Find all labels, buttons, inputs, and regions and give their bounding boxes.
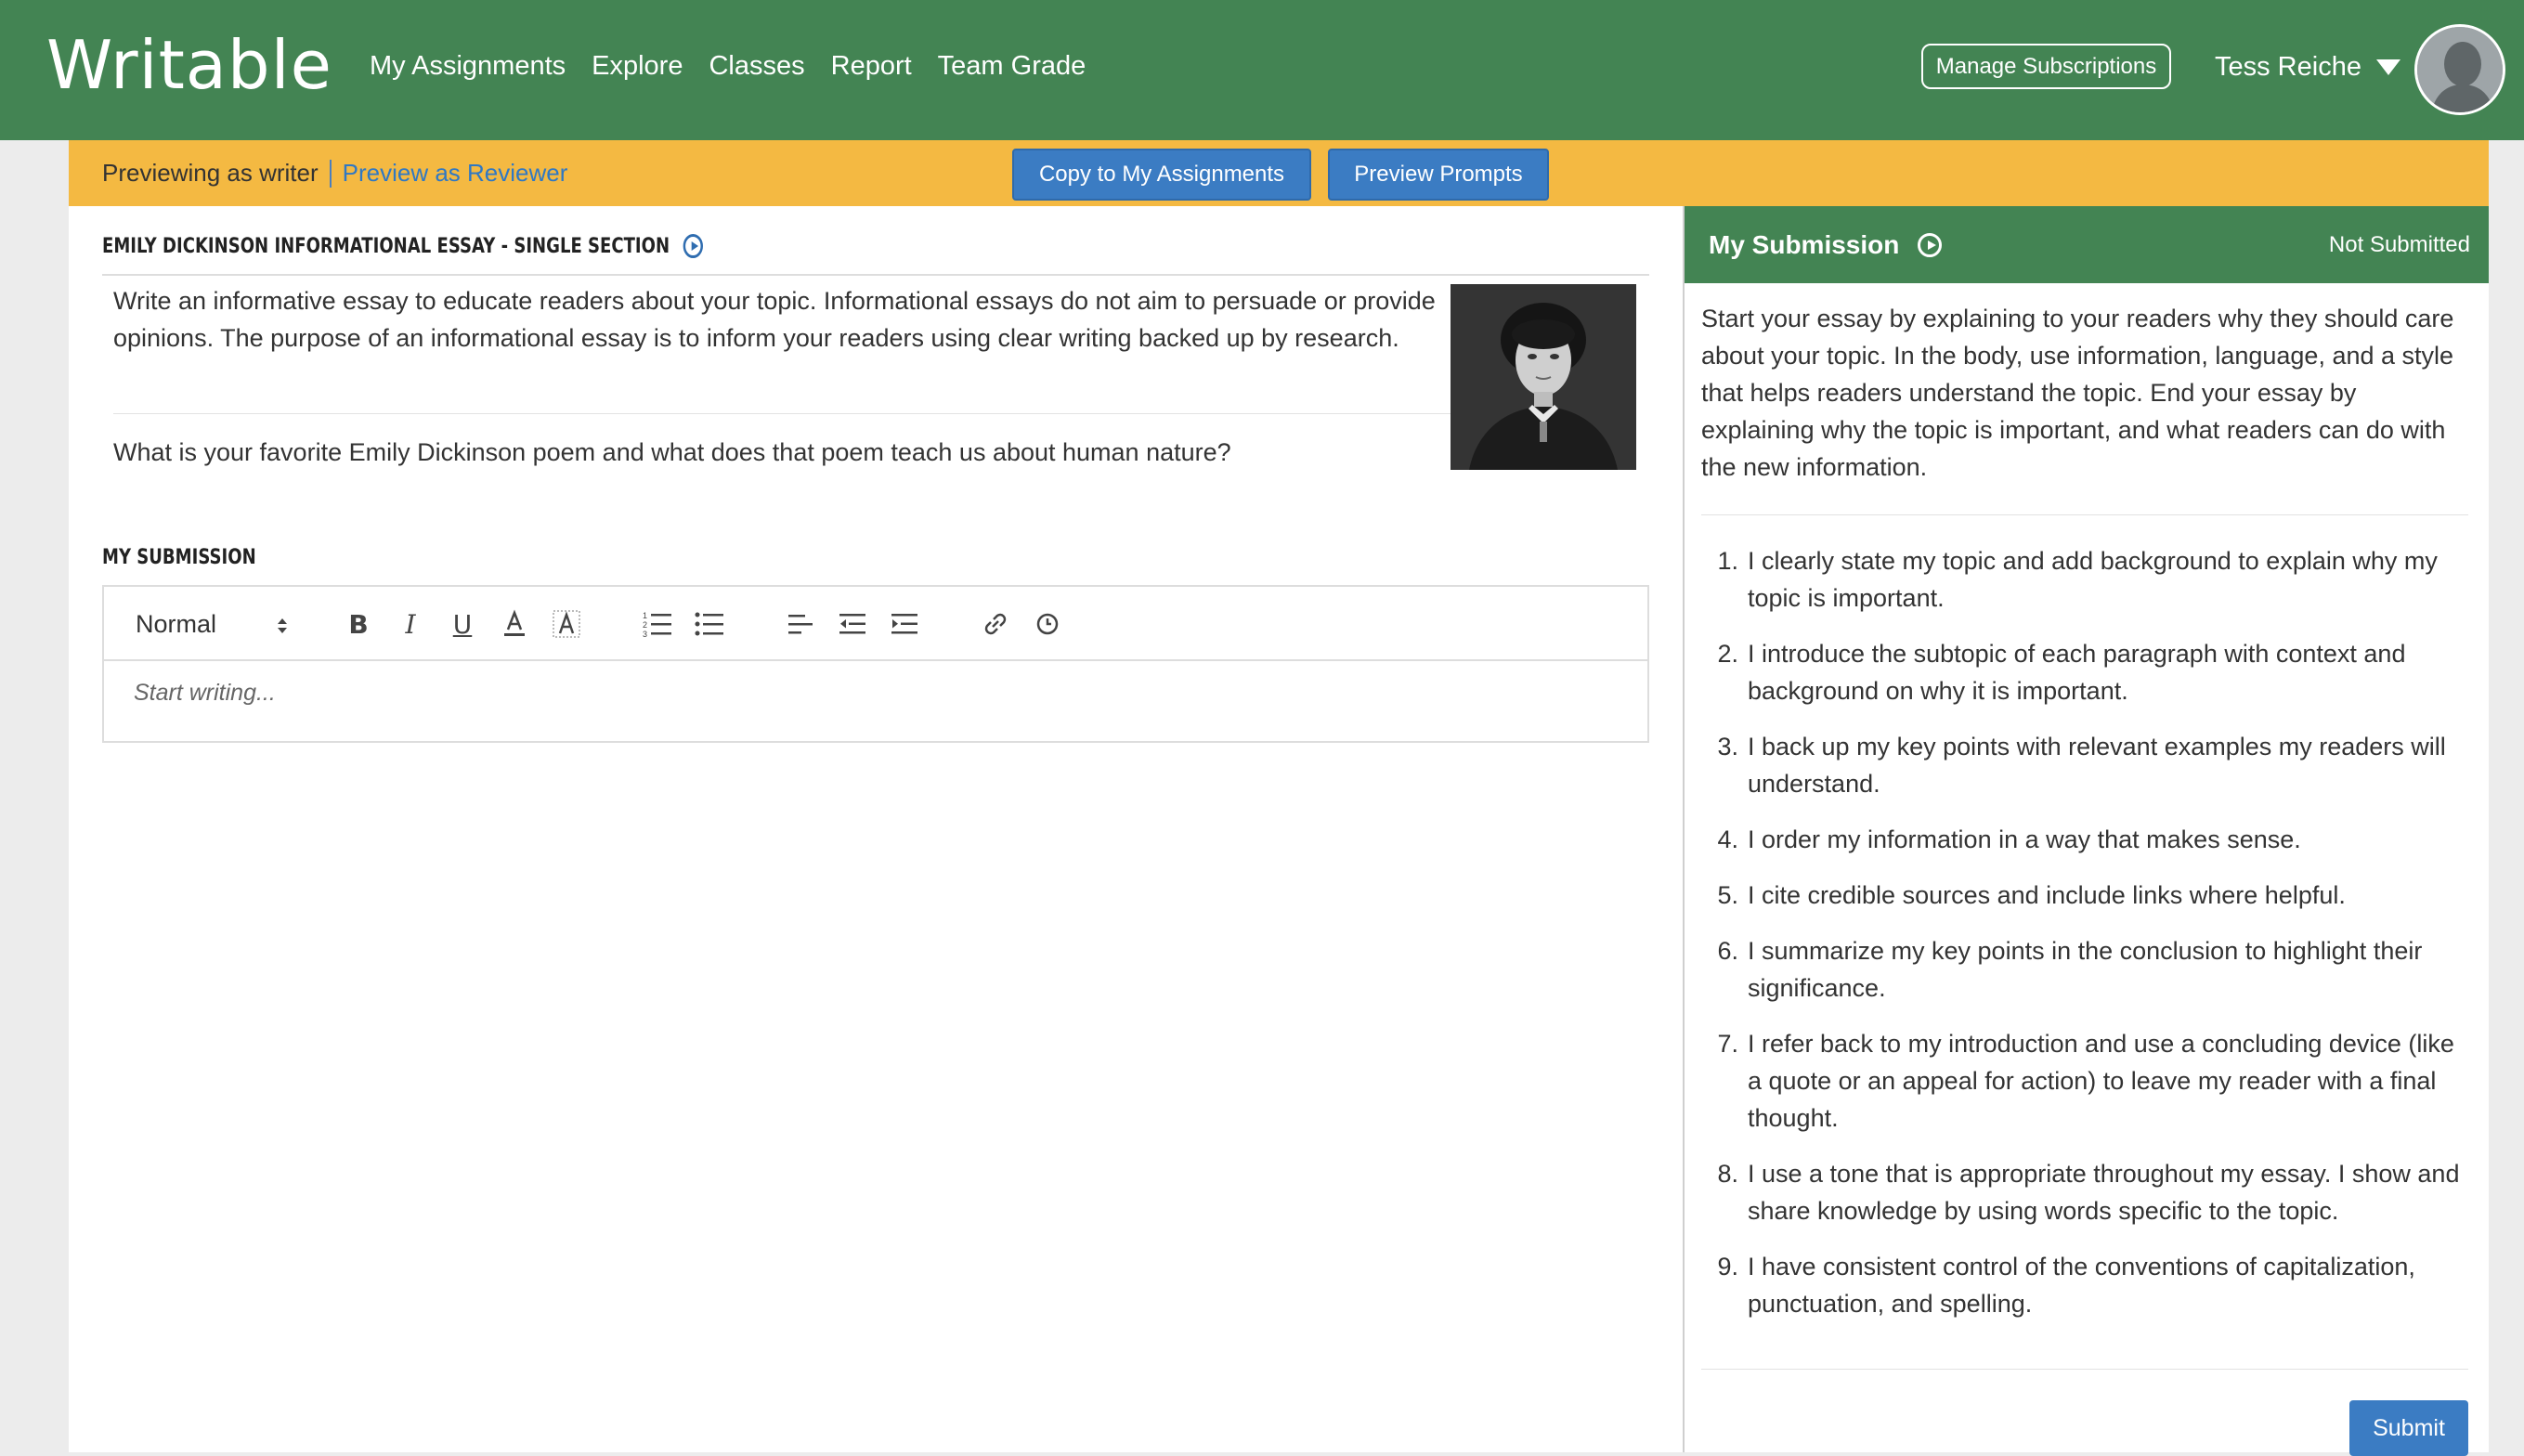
bullet-list-icon[interactable] [691, 605, 728, 643]
checklist-item: 1. I clearly state my topic and add backg… [1717, 547, 2438, 612]
svg-text:3: 3 [643, 630, 647, 638]
assignment-panel: EMILY DICKINSON INFORMATIONAL ESSAY - SI… [69, 206, 1683, 1452]
submission-instructions: Start your essay by explaining to your r… [1701, 305, 2454, 481]
user-name: Tess Reiche [2215, 51, 2361, 82]
checklist-item: 3. I back up my key points with relevant … [1717, 733, 2446, 798]
outdent-icon[interactable] [834, 605, 871, 643]
preview-bar: Previewing as writer Preview as Reviewer… [69, 140, 2489, 206]
essay-text-area[interactable]: Start writing... [134, 680, 276, 707]
assignment-title-text: EMILY DICKINSON INFORMATIONAL ESSAY - SI… [102, 234, 670, 258]
checklist-item: 6. I summarize my key points in the concl… [1717, 937, 2423, 1002]
underline-icon[interactable]: U [444, 605, 481, 643]
portrait-image [1451, 284, 1636, 470]
indent-icon[interactable] [886, 605, 923, 643]
copy-to-my-assignments-button[interactable]: Copy to My Assignments [1012, 149, 1311, 201]
link-icon[interactable] [977, 605, 1014, 643]
ordered-list-icon[interactable]: 1 2 3 [639, 605, 676, 643]
user-menu[interactable]: Tess Reiche [2215, 45, 2400, 89]
checklist-item: 5. I cite credible sources and include li… [1717, 881, 2346, 909]
writable-logo[interactable]: Writable [46, 19, 332, 111]
main-nav: My Assignments Explore Classes Report Te… [370, 0, 1112, 133]
top-nav: Writable My Assignments Explore Classes … [0, 0, 2524, 140]
preview-mode: Previewing as writer Preview as Reviewer [102, 140, 567, 206]
format-select[interactable]: Normal [136, 587, 216, 661]
divider [113, 413, 1478, 414]
nav-explore[interactable]: Explore [592, 51, 683, 82]
play-circle-icon[interactable] [683, 234, 704, 258]
assignment-title: EMILY DICKINSON INFORMATIONAL ESSAY - SI… [102, 234, 704, 258]
checklist: 1. I clearly state my topic and add backg… [1701, 542, 2472, 1341]
assignment-prompt: Write an informative essay to educate re… [113, 287, 1436, 352]
divider [1701, 1369, 2468, 1370]
caret-down-icon [2375, 58, 2400, 75]
checklist-item: 2. I introduce the subtopic of each parag… [1717, 640, 2406, 705]
divider [329, 159, 332, 188]
essay-editor: Normal B I U 1 2 3 Start writing... [102, 585, 1649, 743]
divider [1701, 514, 2468, 515]
previewing-as-writer: Previewing as writer [102, 159, 319, 187]
align-left-icon[interactable] [782, 605, 819, 643]
submission-header: My Submission Not Submitted [1685, 206, 2489, 283]
assignment-question: What is your favorite Emily Dickinson po… [113, 438, 1231, 466]
submit-button[interactable]: Submit [2349, 1400, 2468, 1456]
svg-text:2: 2 [643, 620, 647, 630]
highlight-icon[interactable] [548, 605, 585, 643]
submission-title: My Submission [1709, 206, 1943, 283]
nav-report[interactable]: Report [831, 51, 912, 82]
preview-prompts-button[interactable]: Preview Prompts [1328, 149, 1549, 201]
select-arrows-icon [278, 618, 287, 633]
bold-icon[interactable]: B [340, 605, 377, 643]
emily-dickinson-portrait [1451, 284, 1636, 470]
checklist-item: 8. I use a tone that is appropriate throu… [1717, 1160, 2460, 1225]
status-badge: Not Submitted [2328, 231, 2470, 257]
editor-toolbar: Normal B I U 1 2 3 [104, 587, 1647, 661]
play-circle-icon[interactable] [1918, 232, 1943, 257]
avatar[interactable] [2414, 24, 2505, 115]
nav-classes[interactable]: Classes [709, 51, 804, 82]
divider [102, 274, 1649, 276]
clock-icon[interactable] [1029, 605, 1066, 643]
user-silhouette-icon [2417, 27, 2503, 112]
checklist-item: 9. I have consistent control of the conve… [1717, 1253, 2415, 1318]
checklist-item: 7. I refer back to my introduction and us… [1717, 1030, 2454, 1132]
nav-team-grade[interactable]: Team Grade [938, 51, 1086, 82]
nav-my-assignments[interactable]: My Assignments [370, 51, 566, 82]
svg-text:1: 1 [643, 611, 647, 620]
manage-subscriptions-button[interactable]: Manage Subscriptions [1921, 44, 2171, 89]
submission-title-text: My Submission [1709, 229, 1900, 259]
text-color-icon[interactable] [496, 605, 533, 643]
italic-icon[interactable]: I [392, 605, 429, 643]
preview-as-reviewer-link[interactable]: Preview as Reviewer [343, 159, 568, 188]
my-submission-label: MY SUBMISSION [102, 546, 256, 569]
format-select-value: Normal [136, 609, 217, 638]
checklist-item: 4. I order my information in a way that m… [1717, 826, 2301, 853]
my-submission-panel: My Submission Not Submitted Start your e… [1683, 206, 2489, 1456]
